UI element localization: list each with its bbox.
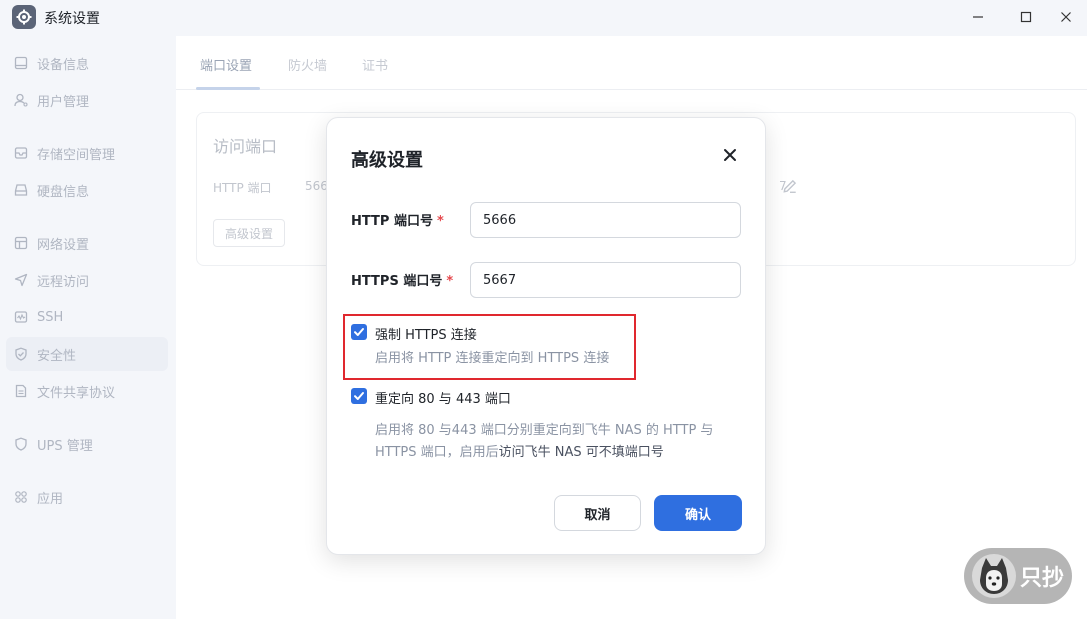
sidebar-item-file-sharing[interactable]: 文件共享协议 [6, 374, 168, 408]
tab-port-settings[interactable]: 端口设置 [200, 55, 252, 74]
force-https-label[interactable]: 强制 HTTPS 连接 [375, 324, 477, 343]
maximize-icon [1020, 11, 1032, 23]
http-port-label: HTTP 端口 [213, 181, 272, 195]
edit-icon[interactable] [782, 178, 798, 194]
card-title: 访问端口 [213, 137, 278, 156]
redirect-ports-checkbox[interactable] [351, 388, 367, 404]
http-port-field-label: HTTP 端口号 * [351, 214, 444, 229]
send-icon [13, 272, 29, 288]
title-bar: 系统设置 [0, 0, 1087, 36]
sidebar-item-label: 网络设置 [37, 237, 90, 253]
disk-icon [13, 182, 29, 198]
dialog-close-button[interactable] [719, 144, 741, 166]
sidebar-item-label: 文件共享协议 [37, 385, 116, 401]
tab-certificate[interactable]: 证书 [362, 55, 388, 74]
user-icon [13, 92, 29, 108]
shield-check-icon [13, 346, 29, 362]
sidebar-item-label: SSH [37, 309, 64, 325]
tab-bar: 端口设置 防火墙 证书 [176, 36, 1087, 90]
minimize-button[interactable] [960, 4, 996, 30]
https-port-field-label: HTTPS 端口号 * [351, 274, 454, 289]
sidebar-item-ups[interactable]: UPS 管理 [6, 427, 168, 461]
check-icon [354, 328, 364, 336]
active-tab-indicator [196, 87, 260, 90]
dialog-title: 高级设置 [351, 150, 423, 171]
monitor-icon [13, 55, 29, 71]
required-mark: * [436, 214, 444, 229]
sidebar-item-storage[interactable]: 存储空间管理 [6, 136, 168, 170]
sidebar-item-label: 存储空间管理 [37, 147, 116, 163]
sidebar: 设备信息 用户管理 存储空间管理 硬盘信息 网络设置 远程访问 SSH 安全性 … [0, 36, 176, 619]
sidebar-item-remote-access[interactable]: 远程访问 [6, 263, 168, 297]
sidebar-item-label: 安全性 [37, 348, 77, 364]
window-title: 系统设置 [44, 11, 100, 27]
storage-icon [13, 145, 29, 161]
force-https-checkbox[interactable] [351, 324, 367, 340]
force-https-description: 启用将 HTTP 连接重定向到 HTTPS 连接 [375, 351, 610, 366]
sidebar-item-security[interactable]: 安全性 [6, 337, 168, 371]
advanced-settings-dialog: 高级设置 HTTP 端口号* HTTPS 端口号* 强制 HTTPS 连接 启用… [326, 117, 766, 555]
redirect-ports-description: 启用将 80 与443 端口分别重定向到飞牛 NAS 的 HTTP 与 HTTP… [375, 423, 714, 460]
tab-firewall[interactable]: 防火墙 [288, 55, 327, 74]
apps-icon [13, 489, 29, 505]
check-icon [354, 392, 364, 400]
sidebar-item-label: 用户管理 [37, 94, 90, 110]
sidebar-item-device-info[interactable]: 设备信息 [6, 46, 168, 80]
sidebar-item-disk-info[interactable]: 硬盘信息 [6, 173, 168, 207]
http-port-input[interactable] [470, 202, 741, 238]
redirect-ports-label[interactable]: 重定向 80 与 443 端口 [375, 388, 511, 407]
close-icon [1061, 12, 1071, 22]
husky-logo-icon [972, 554, 1016, 598]
sidebar-item-label: 应用 [37, 491, 64, 507]
sidebar-item-ssh[interactable]: SSH [6, 300, 168, 334]
https-port-input[interactable] [470, 262, 741, 298]
sidebar-item-apps[interactable]: 应用 [6, 480, 168, 514]
shield-icon [13, 436, 29, 452]
sidebar-item-network[interactable]: 网络设置 [6, 226, 168, 260]
maximize-button[interactable] [1008, 4, 1044, 30]
sidebar-item-label: UPS 管理 [37, 438, 93, 454]
terminal-icon [13, 309, 29, 325]
required-mark: * [446, 274, 454, 289]
sidebar-item-label: 设备信息 [37, 57, 90, 73]
advanced-settings-button[interactable]: 高级设置 [213, 219, 285, 247]
gear-icon [12, 5, 36, 29]
sidebar-item-label: 硬盘信息 [37, 184, 90, 200]
sidebar-item-users[interactable]: 用户管理 [6, 83, 168, 117]
minimize-icon [973, 16, 983, 18]
sidebar-item-label: 远程访问 [37, 274, 90, 290]
watermark-text: 只抄 [1020, 566, 1065, 591]
file-icon [13, 383, 29, 399]
confirm-button[interactable]: 确认 [654, 495, 742, 531]
network-icon [13, 235, 29, 251]
http-port-value: 566 [305, 179, 328, 193]
window-close-button[interactable] [1048, 4, 1084, 30]
close-icon [724, 149, 736, 161]
watermark: 只抄 [964, 548, 1072, 604]
cancel-button[interactable]: 取消 [554, 495, 641, 531]
